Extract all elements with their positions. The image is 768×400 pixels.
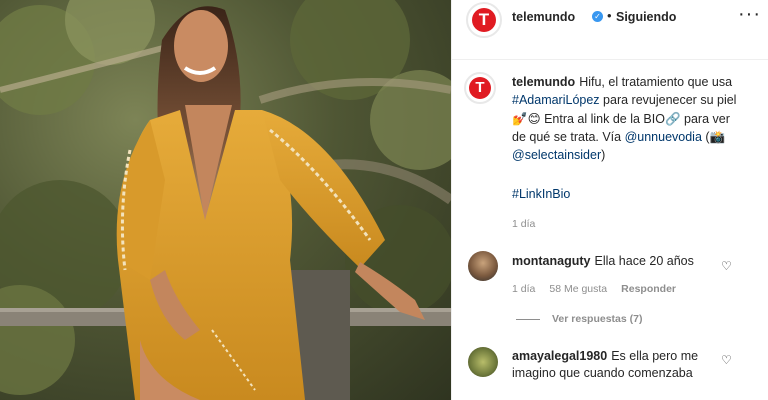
comment-likes[interactable]: 58 Me gusta bbox=[549, 283, 607, 295]
separator-dot: • bbox=[607, 8, 612, 23]
caption-text-3: (📸 bbox=[701, 129, 726, 144]
hashtag-link[interactable]: #LinkInBio bbox=[512, 187, 570, 201]
view-replies-button[interactable]: Ver respuestas (7) bbox=[516, 313, 642, 325]
post-photo[interactable] bbox=[0, 0, 451, 400]
following-button[interactable]: Siguiendo bbox=[616, 10, 676, 24]
like-heart-icon[interactable]: ♡ bbox=[721, 353, 732, 367]
account-username[interactable]: telemundo bbox=[512, 10, 575, 24]
comment-meta: 1 día 58 Me gusta Responder bbox=[512, 283, 690, 295]
comment-text: amayalegal1980 Es ella pero me imagino qu… bbox=[512, 348, 722, 382]
woman-in-yellow-dress-photo bbox=[0, 0, 451, 400]
more-options-icon[interactable]: ··· bbox=[738, 3, 761, 26]
post-caption: telemundo Hifu, el tratamiento que usa #A… bbox=[512, 73, 742, 164]
commenter-username[interactable]: montanaguty bbox=[512, 254, 590, 268]
verified-badge-icon: ✓ bbox=[592, 11, 603, 22]
caption-timestamp[interactable]: 1 día bbox=[512, 218, 535, 230]
commenter-avatar[interactable] bbox=[468, 347, 498, 377]
account-avatar[interactable]: T bbox=[466, 2, 502, 38]
comment-body: Ella hace 20 años bbox=[594, 254, 694, 268]
caption-text-1: Hifu, el tratamiento que usa bbox=[579, 75, 733, 89]
comment-timestamp[interactable]: 1 día bbox=[512, 283, 535, 295]
comment-text: montanaguty Ella hace 20 años bbox=[512, 253, 712, 270]
hashtag-link[interactable]: #AdamariLópez bbox=[512, 93, 600, 107]
replies-divider bbox=[516, 318, 540, 320]
mention-link[interactable]: @unnuevodia bbox=[625, 130, 702, 144]
mention-link[interactable]: @selectainsider bbox=[512, 148, 601, 162]
caption-username[interactable]: telemundo bbox=[512, 75, 575, 89]
commenter-username[interactable]: amayalegal1980 bbox=[512, 349, 607, 363]
like-heart-icon[interactable]: ♡ bbox=[721, 259, 732, 273]
caption-text-4: ) bbox=[601, 148, 606, 163]
commenter-avatar[interactable] bbox=[468, 251, 498, 281]
post-detail-panel: T telemundo ✓ • Siguiendo ··· T telemund… bbox=[451, 0, 768, 400]
reply-button[interactable]: Responder bbox=[621, 283, 676, 295]
post-header: T telemundo ✓ • Siguiendo ··· bbox=[452, 0, 768, 60]
telemundo-logo-icon: T bbox=[469, 77, 491, 99]
telemundo-logo-icon: T bbox=[472, 8, 496, 32]
view-replies-label: Ver respuestas (7) bbox=[552, 313, 643, 325]
caption-avatar[interactable]: T bbox=[464, 72, 496, 104]
